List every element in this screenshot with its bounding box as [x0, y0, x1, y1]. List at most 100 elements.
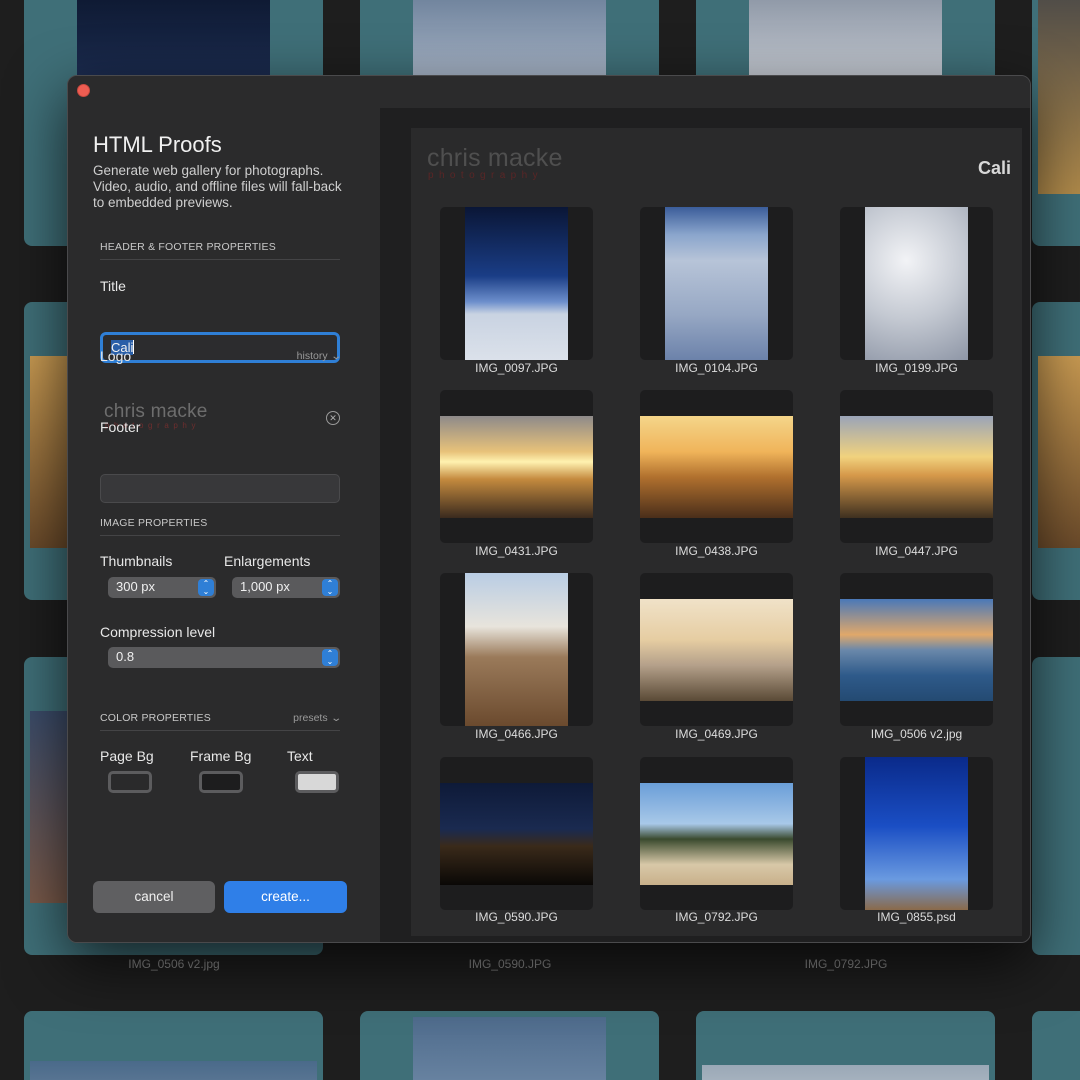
footer-input[interactable] — [100, 474, 340, 503]
page-bg-swatch[interactable] — [108, 771, 152, 793]
thumbnail-label: IMG_0104.JPG — [675, 361, 758, 375]
bg-thumbnail[interactable] — [1032, 657, 1080, 955]
html-proofs-dialog: HTML Proofs Generate web gallery for pho… — [67, 75, 1031, 943]
presets-dropdown[interactable]: presets ⌄ — [293, 712, 342, 724]
thumbnails-size-select[interactable]: 300 px ⌃ ⌄ — [108, 577, 216, 598]
bg-thumbnail[interactable] — [360, 1011, 659, 1080]
bg-thumbnail[interactable] — [24, 1011, 323, 1080]
settings-panel: HTML Proofs Generate web gallery for pho… — [68, 108, 380, 942]
bg-photo — [749, 0, 942, 80]
presets-label: presets — [293, 712, 328, 724]
preview-panel: chris macke photography Cali IMG_0097.JP… — [380, 108, 1030, 942]
preview-logo-subtext: photography — [428, 170, 544, 181]
bg-photo — [30, 1061, 317, 1080]
chevron-down-icon: ⌄ — [329, 351, 342, 362]
photo-blue-sky-bridge — [865, 757, 968, 910]
gallery-thumbnail[interactable] — [440, 390, 593, 543]
close-window-icon[interactable] — [77, 84, 90, 97]
thumbnail-label: IMG_0199.JPG — [875, 361, 958, 375]
enlargements-size-value: 1,000 px — [240, 579, 290, 594]
bg-thumbnail[interactable] — [696, 1011, 995, 1080]
chevron-down-icon: ⌄ — [329, 713, 342, 724]
thumbnail-label: IMG_0466.JPG — [475, 727, 558, 741]
gallery-thumbnail[interactable] — [840, 573, 993, 726]
thumbnail-label: IMG_0792.JPG — [675, 910, 758, 924]
thumbnails-label: Thumbnails — [100, 553, 173, 569]
text-caret — [133, 340, 135, 354]
bg-caption: IMG_0506 v2.jpg — [128, 957, 220, 971]
gallery-thumbnail[interactable] — [840, 207, 993, 360]
title-label: Title — [100, 278, 126, 294]
history-dropdown[interactable]: history ⌄ — [296, 350, 342, 362]
photo-sunset-valley — [840, 416, 993, 518]
photo-golden-gate-night — [440, 783, 593, 885]
gallery-thumbnail[interactable] — [440, 573, 593, 726]
create-button[interactable]: create... — [224, 881, 347, 913]
divider — [100, 535, 340, 536]
frame-bg-swatch[interactable] — [199, 771, 243, 793]
bg-caption: IMG_0792.JPG — [804, 957, 888, 971]
thumbnail-label: IMG_0506 v2.jpg — [870, 727, 963, 741]
up-down-arrows-icon: ⌃ ⌄ — [198, 579, 214, 596]
enlargements-size-select[interactable]: 1,000 px ⌃ ⌄ — [232, 577, 340, 598]
up-down-arrows-icon: ⌃ ⌄ — [322, 649, 338, 666]
gallery-thumbnail[interactable] — [440, 207, 593, 360]
photo-sky-clouds — [665, 207, 768, 360]
bg-photo — [413, 0, 606, 80]
gallery-thumbnail[interactable] — [840, 390, 993, 543]
photo-golden-gate-dusk — [840, 599, 993, 701]
gallery-preview: chris macke photography Cali IMG_0097.JP… — [411, 128, 1022, 936]
compression-level-select[interactable]: 0.8 ⌃ ⌄ — [108, 647, 340, 668]
compression-label: Compression level — [100, 624, 216, 640]
gallery-thumbnail[interactable] — [640, 573, 793, 726]
photo-sunset-hills — [640, 416, 793, 518]
bg-thumbnail[interactable] — [1032, 0, 1080, 246]
bg-thumbnail[interactable] — [1032, 302, 1080, 600]
thumbnail-label: IMG_0097.JPG — [475, 361, 558, 375]
photo-headlands — [465, 573, 568, 726]
bg-photo — [702, 1065, 989, 1080]
preview-logo-text: chris macke — [427, 144, 563, 172]
logo-label: Logo — [100, 348, 132, 364]
divider — [100, 730, 340, 731]
thumbnail-label: IMG_0438.JPG — [675, 544, 758, 558]
cancel-button[interactable]: cancel — [93, 881, 215, 913]
divider — [100, 259, 340, 260]
photo-sunset-coast — [440, 416, 593, 518]
history-label: history — [296, 350, 328, 362]
photo-cypress-beach — [640, 783, 793, 885]
preview-title: Cali — [977, 158, 1011, 178]
preview-logo: chris macke photography — [427, 146, 563, 181]
title-bar — [68, 76, 1030, 108]
clear-circle-icon[interactable]: ✕ — [326, 411, 340, 425]
photo-sky-dusk — [465, 207, 568, 360]
thumbnail-label: IMG_0590.JPG — [475, 910, 558, 924]
page-bg-label: Page Bg — [100, 748, 154, 764]
compression-level-value: 0.8 — [116, 649, 135, 664]
dialog-title: HTML Proofs — [93, 132, 222, 157]
text-color-label: Text — [287, 748, 313, 764]
footer-label: Footer — [100, 419, 141, 435]
bg-photo — [1038, 356, 1080, 548]
gallery-thumbnail[interactable] — [840, 757, 993, 910]
enlargements-label: Enlargements — [224, 553, 311, 569]
photo-clouds — [865, 207, 968, 360]
thumbnail-label: IMG_0447.JPG — [875, 544, 958, 558]
text-color-swatch[interactable] — [295, 771, 339, 793]
bg-caption: IMG_0590.JPG — [468, 957, 552, 971]
gallery-thumbnail[interactable] — [640, 207, 793, 360]
bg-thumbnail[interactable] — [1032, 1011, 1080, 1080]
gallery-thumbnail[interactable] — [440, 757, 593, 910]
dialog-description: Generate web gallery for photographs. Vi… — [93, 163, 342, 210]
gallery-thumbnail[interactable] — [640, 757, 793, 910]
section-color-properties: COLOR PROPERTIES — [100, 712, 211, 724]
thumbnail-label: IMG_0469.JPG — [675, 727, 758, 741]
thumbnail-label: IMG_0855.psd — [877, 910, 956, 924]
gallery-thumbnail[interactable] — [640, 390, 793, 543]
frame-bg-label: Frame Bg — [190, 748, 252, 764]
bg-photo — [77, 0, 270, 80]
bg-photo — [413, 1017, 606, 1080]
thumbnail-label: IMG_0431.JPG — [475, 544, 558, 558]
up-down-arrows-icon: ⌃ ⌄ — [322, 579, 338, 596]
thumbnails-size-value: 300 px — [116, 579, 156, 594]
